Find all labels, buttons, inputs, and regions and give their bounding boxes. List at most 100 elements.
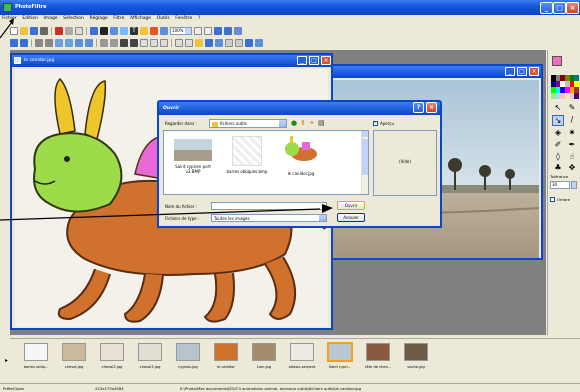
blur-icon[interactable] (140, 38, 148, 47)
line-tool-icon[interactable]: / (566, 115, 578, 127)
new-icon[interactable] (10, 26, 18, 35)
cancel-button[interactable]: Annuler (337, 213, 365, 222)
doc-canidor-maximize-button[interactable]: □ (309, 56, 319, 65)
doc-canidor-close-button[interactable]: × (321, 56, 331, 65)
save-icon[interactable] (30, 26, 38, 35)
menu-image[interactable]: Image (41, 15, 59, 22)
tolerance-spinner[interactable] (571, 181, 577, 189)
thumb-item[interactable]: cheval.jpg (60, 343, 88, 377)
saturation-minus-icon[interactable] (75, 38, 83, 47)
mask-icon[interactable] (225, 38, 233, 47)
thumb-item[interactable]: vache.jpg (402, 343, 430, 377)
menu-fichier[interactable]: Fichier (0, 15, 19, 22)
copy-icon[interactable] (75, 26, 83, 35)
back-icon[interactable]: ● (291, 119, 297, 127)
foreground-color-swatch[interactable] (552, 56, 562, 66)
tolerance-input[interactable]: 30 (550, 181, 570, 189)
file-item[interactable]: barres obliques.bmp (222, 134, 272, 189)
sepia-icon[interactable] (130, 38, 138, 47)
menu-help[interactable]: ? (196, 15, 202, 22)
look-in-combo[interactable]: fichiers outils (209, 119, 287, 128)
pen-tool-icon[interactable]: ✒ (566, 140, 578, 150)
sharpen-icon[interactable] (150, 38, 158, 47)
filename-input[interactable] (211, 202, 327, 210)
zoom-in-icon[interactable] (194, 26, 202, 35)
frame2-icon[interactable] (235, 38, 243, 47)
resize-icon[interactable] (215, 38, 223, 47)
menu-filtre[interactable]: Filtre (111, 15, 126, 22)
picker-tool-icon[interactable]: ✎ (566, 103, 578, 113)
magic-wand-tool-icon[interactable]: ↘ (552, 114, 564, 127)
menu-selection[interactable]: Sélection (61, 15, 86, 22)
effect-icon[interactable] (150, 26, 158, 35)
color-palette-grid[interactable] (551, 75, 579, 99)
undo-icon[interactable] (55, 26, 63, 35)
menu-edition[interactable]: Edition (20, 15, 40, 22)
contrast-plus-icon[interactable] (65, 38, 73, 47)
thumb-item[interactable]: cheval3.jpg (136, 343, 164, 377)
close-button[interactable]: × (566, 2, 579, 14)
text-icon[interactable]: T (130, 26, 138, 35)
doc-canidor-titlebar[interactable]: le canidor.jpg _ □ × (12, 55, 331, 67)
menu-affichage[interactable]: Affichage (128, 15, 153, 22)
filetype-combo[interactable]: Toutes les images (211, 214, 327, 222)
main-titlebar[interactable]: PhotoFiltre _ □ × (0, 0, 580, 15)
frame-icon[interactable] (120, 26, 128, 35)
zoom-combo[interactable]: 100% (170, 26, 192, 35)
thumb-item[interactable]: barres obliq... (22, 343, 50, 377)
canvas-icon[interactable] (100, 26, 108, 35)
file-item[interactable]: Saint cyprien port v2.BMP (168, 134, 218, 189)
layers-icon[interactable] (205, 38, 213, 47)
window-icon[interactable] (234, 26, 242, 35)
blur-tool-icon[interactable]: ◊ (552, 152, 564, 162)
brightness-plus-icon[interactable] (45, 38, 53, 47)
saturation-plus-icon[interactable] (85, 38, 93, 47)
preview-checkbox[interactable]: ✓ (373, 121, 378, 126)
clone-tool-icon[interactable]: ✥ (566, 163, 578, 173)
doc-canidor-minimize-button[interactable]: _ (297, 56, 307, 65)
spray-tool-icon[interactable]: ✷ (566, 128, 578, 138)
menu-reglage[interactable]: Réglage (88, 15, 110, 22)
new-folder-icon[interactable]: ✦ (309, 119, 315, 127)
fill-tool-icon[interactable]: ◈ (552, 128, 564, 138)
file-list-scrollbar[interactable] (361, 131, 368, 194)
thumb-item[interactable]: cheval2.jpg (98, 343, 126, 377)
image-size-icon[interactable] (90, 26, 98, 35)
contrast-minus-icon[interactable] (55, 38, 63, 47)
pointer-tool-icon[interactable]: ↖ (552, 103, 564, 113)
gamma-minus-icon[interactable] (100, 38, 108, 47)
redo-icon[interactable] (65, 26, 73, 35)
smudge-tool-icon[interactable]: ☝ (566, 152, 578, 162)
brush-tool-icon[interactable]: ✐ (552, 140, 564, 150)
web-icon[interactable] (255, 38, 263, 47)
gamma-plus-icon[interactable] (110, 38, 118, 47)
menu-fenetre[interactable]: Fenêtre (173, 15, 194, 22)
contrast-icon[interactable] (20, 38, 28, 47)
thumb-item[interactable]: tête de chev... (364, 343, 392, 377)
dialog-close-button[interactable]: × (426, 102, 437, 113)
thumb-item[interactable]: le canidor (212, 343, 240, 377)
open-button[interactable]: Ouvrir (337, 201, 365, 210)
brightness-minus-icon[interactable] (35, 38, 43, 47)
crop-icon[interactable] (110, 26, 118, 35)
open-icon[interactable] (20, 26, 28, 35)
zoom-out-icon[interactable] (204, 26, 212, 35)
flip-h-icon[interactable] (175, 38, 183, 47)
full-screen-icon[interactable] (224, 26, 232, 35)
doc-photo-maximize-button[interactable]: □ (517, 67, 527, 76)
minimize-button[interactable]: _ (540, 2, 553, 14)
file-item[interactable]: le canidor.jpg (276, 134, 326, 189)
stamp-tool-icon[interactable]: ♣ (552, 163, 564, 173)
menu-outils[interactable]: Outils (155, 15, 172, 22)
rotate-icon[interactable] (195, 38, 203, 47)
fit-icon[interactable] (214, 26, 222, 35)
gallery-icon[interactable] (160, 26, 168, 35)
shadow-checkbox[interactable] (550, 197, 555, 202)
thumb-item[interactable]: cygnes.jpg (174, 343, 202, 377)
up-folder-icon[interactable]: ⬆ (300, 119, 306, 127)
flip-v-icon[interactable] (185, 38, 193, 47)
auto-levels-icon[interactable] (10, 38, 18, 47)
thumb-item[interactable]: oiseau-serpent (288, 343, 316, 377)
view-menu-icon[interactable]: ▤ (318, 119, 325, 127)
thumb-item[interactable]: Lion.jpg (250, 343, 278, 377)
